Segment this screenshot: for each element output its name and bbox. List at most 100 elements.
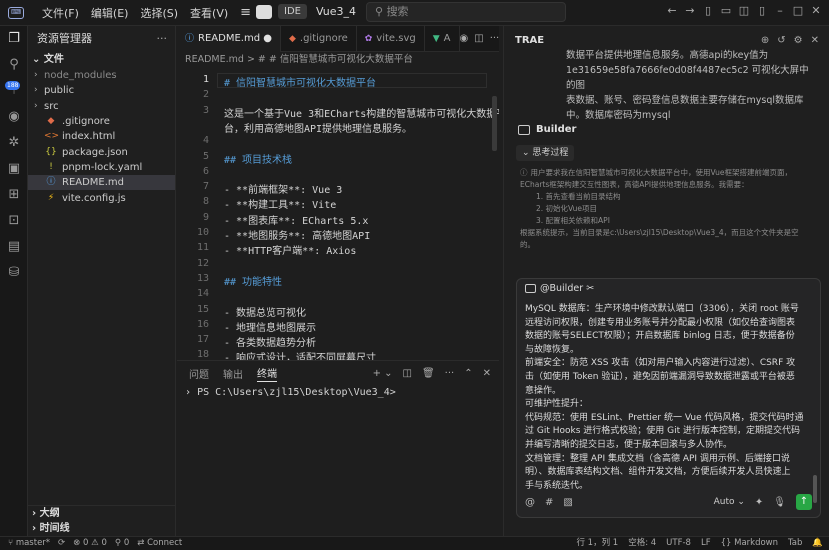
extensions-icon[interactable]: ✲ bbox=[0, 130, 28, 156]
terminal-prompt[interactable]: › PS C:\Users\zjl15\Desktop\Vue3_4> bbox=[177, 387, 499, 398]
tab-label: .gitignore bbox=[299, 33, 348, 44]
connect-status[interactable]: ⇄ Connect bbox=[137, 537, 182, 550]
outline-section-header[interactable]: › 大纲 bbox=[28, 506, 176, 521]
input-line: 数据的账号SELECT权限）；开启数据库 binlog 日志，便于数据备份 bbox=[525, 331, 795, 342]
split-editor-icon[interactable]: ◫ bbox=[474, 26, 483, 51]
ports-status[interactable]: ⚲ 0 bbox=[115, 537, 129, 550]
language-mode[interactable]: {} Markdown bbox=[721, 537, 778, 550]
close-icon[interactable]: ✕ bbox=[807, 4, 825, 17]
code-line: 这是一个基于Vue 3和ECharts构建的智慧城市可视化大数据平 bbox=[224, 108, 499, 120]
image-icon[interactable]: ▧ bbox=[563, 497, 572, 508]
end-of-line[interactable]: LF bbox=[701, 537, 711, 550]
layout-sidebar-icon[interactable]: ▯ bbox=[699, 4, 717, 17]
apps-icon[interactable]: ⊞ bbox=[0, 182, 28, 208]
send-button[interactable]: ↑ bbox=[796, 494, 812, 510]
menu-selection[interactable]: 选择(S) bbox=[134, 5, 184, 21]
menu-file[interactable]: 文件(F) bbox=[36, 5, 85, 21]
tree-item-pnpm-lock[interactable]: ! pnpm-lock.yaml bbox=[28, 160, 175, 175]
explorer-icon[interactable]: ❐ bbox=[0, 26, 28, 52]
more-actions-icon[interactable]: ··· bbox=[157, 26, 168, 52]
tree-item-public[interactable]: ›▸public bbox=[28, 83, 175, 98]
files-section-header[interactable]: ⌄ 文件 bbox=[28, 52, 175, 68]
maximize-panel-icon[interactable]: ⌃ bbox=[464, 368, 472, 379]
timeline-section-header[interactable]: › 时间线 bbox=[28, 521, 176, 536]
more-actions-icon[interactable]: ··· bbox=[490, 26, 500, 51]
sync-icon[interactable]: ⟳ bbox=[58, 537, 65, 550]
mode-switch[interactable]: IDE bbox=[256, 4, 307, 19]
solo-mode-icon[interactable] bbox=[256, 4, 272, 19]
breadcrumb[interactable]: README.md > # # 信阳智慧城市可视化大数据平台 bbox=[177, 52, 499, 68]
tab-vite-svg[interactable]: ✿ vite.svg bbox=[357, 26, 425, 52]
browser-icon[interactable]: ⊡ bbox=[0, 208, 28, 234]
layout-split-icon[interactable]: ◫ bbox=[735, 4, 753, 17]
code-line: - 各类数据趋势分析 bbox=[224, 338, 317, 350]
menu-view[interactable]: 查看(V) bbox=[184, 5, 234, 21]
encoding[interactable]: UTF-8 bbox=[666, 537, 691, 550]
notifications-icon[interactable]: 🔔 bbox=[812, 537, 823, 550]
menu-edit[interactable]: 编辑(E) bbox=[85, 5, 135, 21]
search-icon[interactable]: ⚲ bbox=[0, 52, 28, 78]
mention-icon[interactable]: @ bbox=[525, 497, 535, 508]
minimize-icon[interactable]: – bbox=[771, 4, 789, 17]
input-scrollbar[interactable] bbox=[813, 475, 817, 503]
run-debug-icon[interactable]: ◉ bbox=[0, 104, 28, 130]
tree-item-vite-config[interactable]: ⚡ vite.config.js bbox=[28, 190, 175, 205]
branch-status[interactable]: ⑂ master* bbox=[8, 537, 50, 550]
new-terminal-icon[interactable]: + ⌄ bbox=[373, 368, 393, 379]
tab-problems[interactable]: 问题 bbox=[189, 366, 209, 381]
thinking-toggle[interactable]: ⌄ 思考过程 bbox=[516, 145, 575, 161]
ide-mode-button[interactable]: IDE bbox=[278, 4, 307, 19]
tab-readme[interactable]: ⓘ README.md ● bbox=[177, 26, 281, 52]
model-selector[interactable]: Auto ⌄ bbox=[714, 497, 745, 507]
tab-mode[interactable]: Tab bbox=[788, 537, 802, 550]
tree-item-readme[interactable]: ⓘ README.md bbox=[28, 175, 175, 191]
tree-item-label: .gitignore bbox=[62, 116, 110, 128]
tree-item-src[interactable]: ›▸src bbox=[28, 99, 175, 114]
tab-label: README.md bbox=[198, 33, 261, 44]
tab-terminal[interactable]: 终端 bbox=[257, 365, 277, 382]
tree-item-index-html[interactable]: <> index.html bbox=[28, 129, 175, 144]
editor-actions: ◉ ◫ ··· bbox=[460, 26, 504, 51]
chat-input-text[interactable]: MySQL 数据库：生产环境中修改默认端口（3306），关闭 root 账号 远… bbox=[525, 303, 812, 493]
tree-item-node-modules[interactable]: ›▸node_modules bbox=[28, 68, 175, 83]
code-line: ## 功能特性 bbox=[224, 276, 283, 288]
modified-dot-icon[interactable]: ● bbox=[263, 33, 272, 44]
search-input[interactable]: ⚲ 搜索 bbox=[366, 2, 566, 22]
indentation[interactable]: 空格: 4 bbox=[628, 537, 656, 550]
kill-terminal-icon[interactable]: 🗑 bbox=[422, 368, 435, 379]
line-number: 2 bbox=[202, 89, 209, 101]
more-actions-icon[interactable]: ··· bbox=[445, 368, 455, 379]
tree-item-gitignore[interactable]: ◆ .gitignore bbox=[28, 114, 175, 129]
editor-scrollbar[interactable] bbox=[492, 96, 497, 151]
back-icon[interactable]: ← bbox=[663, 4, 681, 17]
layout-panel-icon[interactable]: ▭ bbox=[717, 4, 735, 17]
code-view[interactable]: 1 # 信阳智慧城市可视化大数据平台 2 3 这是一个基于Vue 3和ECharts构建… bbox=[177, 70, 499, 360]
forward-icon[interactable]: → bbox=[681, 4, 699, 17]
chevron-right-icon: › bbox=[34, 85, 38, 96]
line-number: 17 bbox=[196, 334, 209, 346]
problems-status[interactable]: ⊗ 0 ⚠ 0 bbox=[73, 537, 107, 550]
tab-output[interactable]: 输出 bbox=[223, 366, 243, 381]
layout-chat-icon[interactable]: ▯ bbox=[753, 4, 771, 17]
hash-icon[interactable]: # bbox=[545, 497, 553, 508]
vite-file-icon: ⚡ bbox=[47, 192, 55, 203]
microphone-icon[interactable]: 🎙 bbox=[773, 497, 786, 508]
code-line: - 地理信息地图展示 bbox=[224, 322, 317, 334]
cursor-position[interactable]: 行 1，列 1 bbox=[576, 537, 618, 550]
close-panel-icon[interactable]: ✕ bbox=[483, 368, 491, 379]
tab-gitignore[interactable]: ◆ .gitignore bbox=[281, 26, 357, 52]
notebook-icon[interactable]: ▤ bbox=[0, 234, 28, 260]
agent-settings-icon[interactable]: ✂ bbox=[586, 283, 594, 294]
hamburger-menu-icon[interactable]: ≡ bbox=[240, 5, 251, 20]
preview-icon[interactable]: ◉ bbox=[460, 26, 469, 51]
project-selector[interactable]: Vue3_4 ⌄ bbox=[306, 2, 366, 38]
tree-item-package-json[interactable]: {} package.json bbox=[28, 144, 175, 159]
chat-input-box[interactable]: @Builder ✂ MySQL 数据库：生产环境中修改默认端口（3306），关… bbox=[516, 278, 821, 518]
remote-icon[interactable]: ▣ bbox=[0, 156, 28, 182]
maximize-icon[interactable]: □ bbox=[789, 4, 807, 17]
tab-a[interactable]: ▼ A bbox=[425, 26, 460, 52]
split-terminal-icon[interactable]: ◫ bbox=[403, 368, 412, 379]
database-icon[interactable]: ⛁ bbox=[0, 260, 28, 286]
sparkle-icon[interactable]: ✦ bbox=[755, 497, 763, 508]
source-control-icon[interactable]: 188 ⑂ bbox=[0, 78, 28, 104]
